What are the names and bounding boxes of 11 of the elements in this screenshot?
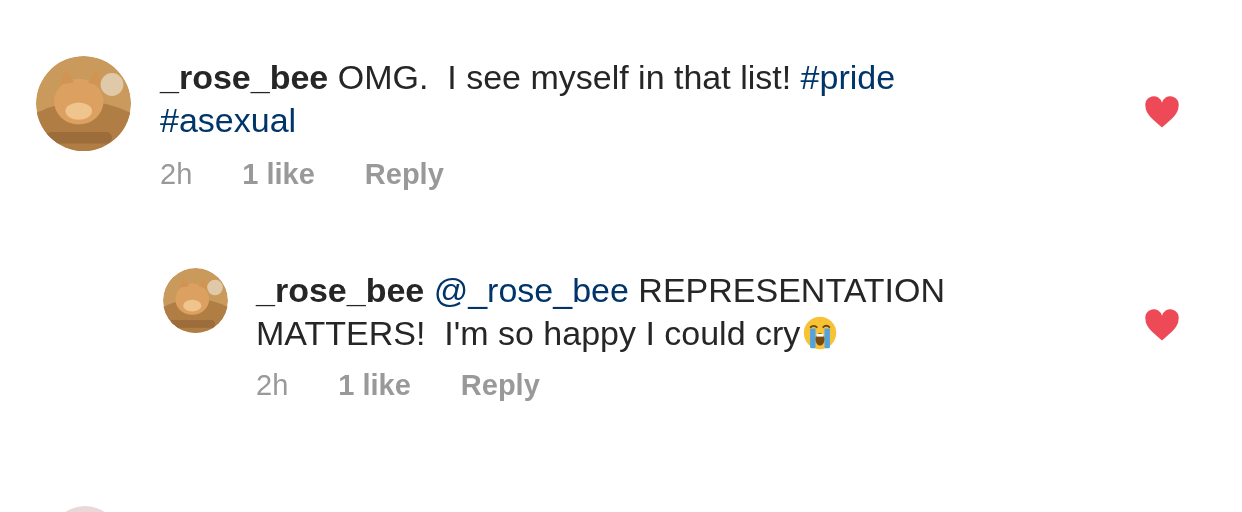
hashtag-link[interactable]: #asexual — [160, 101, 297, 139]
heart-icon[interactable] — [1144, 309, 1180, 342]
hashtag-link[interactable]: #pride — [800, 58, 896, 96]
heart-icon[interactable] — [1144, 96, 1180, 129]
comment-text: _rose_bee @_rose_bee REPRESENTATION MATTERS! I'm so happy I could cry — [256, 270, 946, 354]
comment-time: 2h — [160, 158, 193, 191]
comment-time: 2h — [256, 369, 289, 402]
comment-text: _rose_bee OMG. I see myself in that list! #pride #asexual — [160, 57, 897, 141]
username-link[interactable]: _rose_bee — [256, 271, 425, 309]
mention-link[interactable]: @_rose_bee — [433, 271, 629, 309]
username-link[interactable]: _rose_bee — [160, 58, 329, 96]
